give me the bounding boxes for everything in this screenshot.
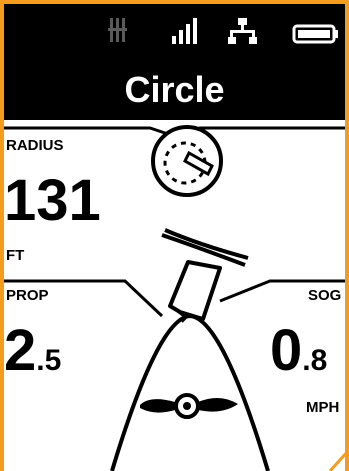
sog-value-int: 0	[270, 318, 303, 383]
propeller-icon	[140, 393, 238, 419]
prop-value-int: 2	[4, 318, 37, 383]
radius-value: 131	[4, 168, 101, 233]
sog-value-dec: .8	[302, 344, 328, 377]
prop-value: 2.5	[4, 322, 61, 380]
radius-label: RADIUS	[6, 137, 64, 154]
sog-value: 0.8	[270, 322, 327, 380]
accent-mark	[328, 448, 349, 471]
prop-label: PROP	[6, 287, 49, 304]
sog-unit: MPH	[306, 399, 340, 416]
radius-unit: FT	[6, 247, 25, 264]
motor-pointer-icon	[161, 228, 249, 323]
device-screen: Circle RADIUS 131 FT PROP 2.5 SOG 0.8 MP…	[0, 0, 349, 471]
circle-mode-icon	[151, 125, 223, 197]
sog-label: SOG	[308, 287, 342, 304]
mode-graphics	[0, 125, 349, 471]
prop-value-dec: .5	[36, 344, 62, 377]
